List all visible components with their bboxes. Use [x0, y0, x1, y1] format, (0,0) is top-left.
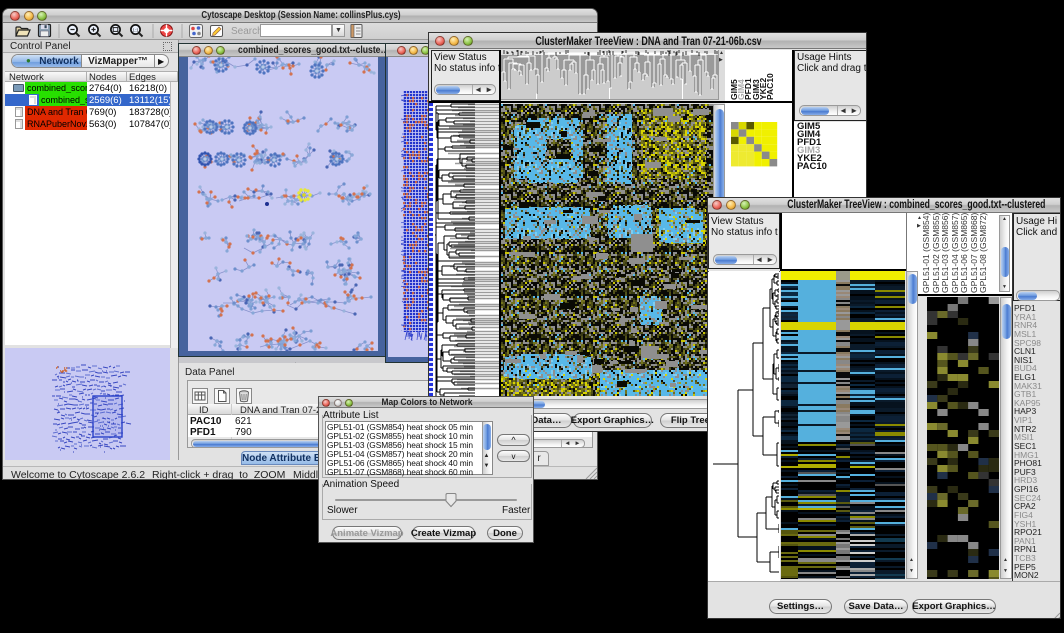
svg-text:1:1: 1:1	[132, 27, 139, 32]
